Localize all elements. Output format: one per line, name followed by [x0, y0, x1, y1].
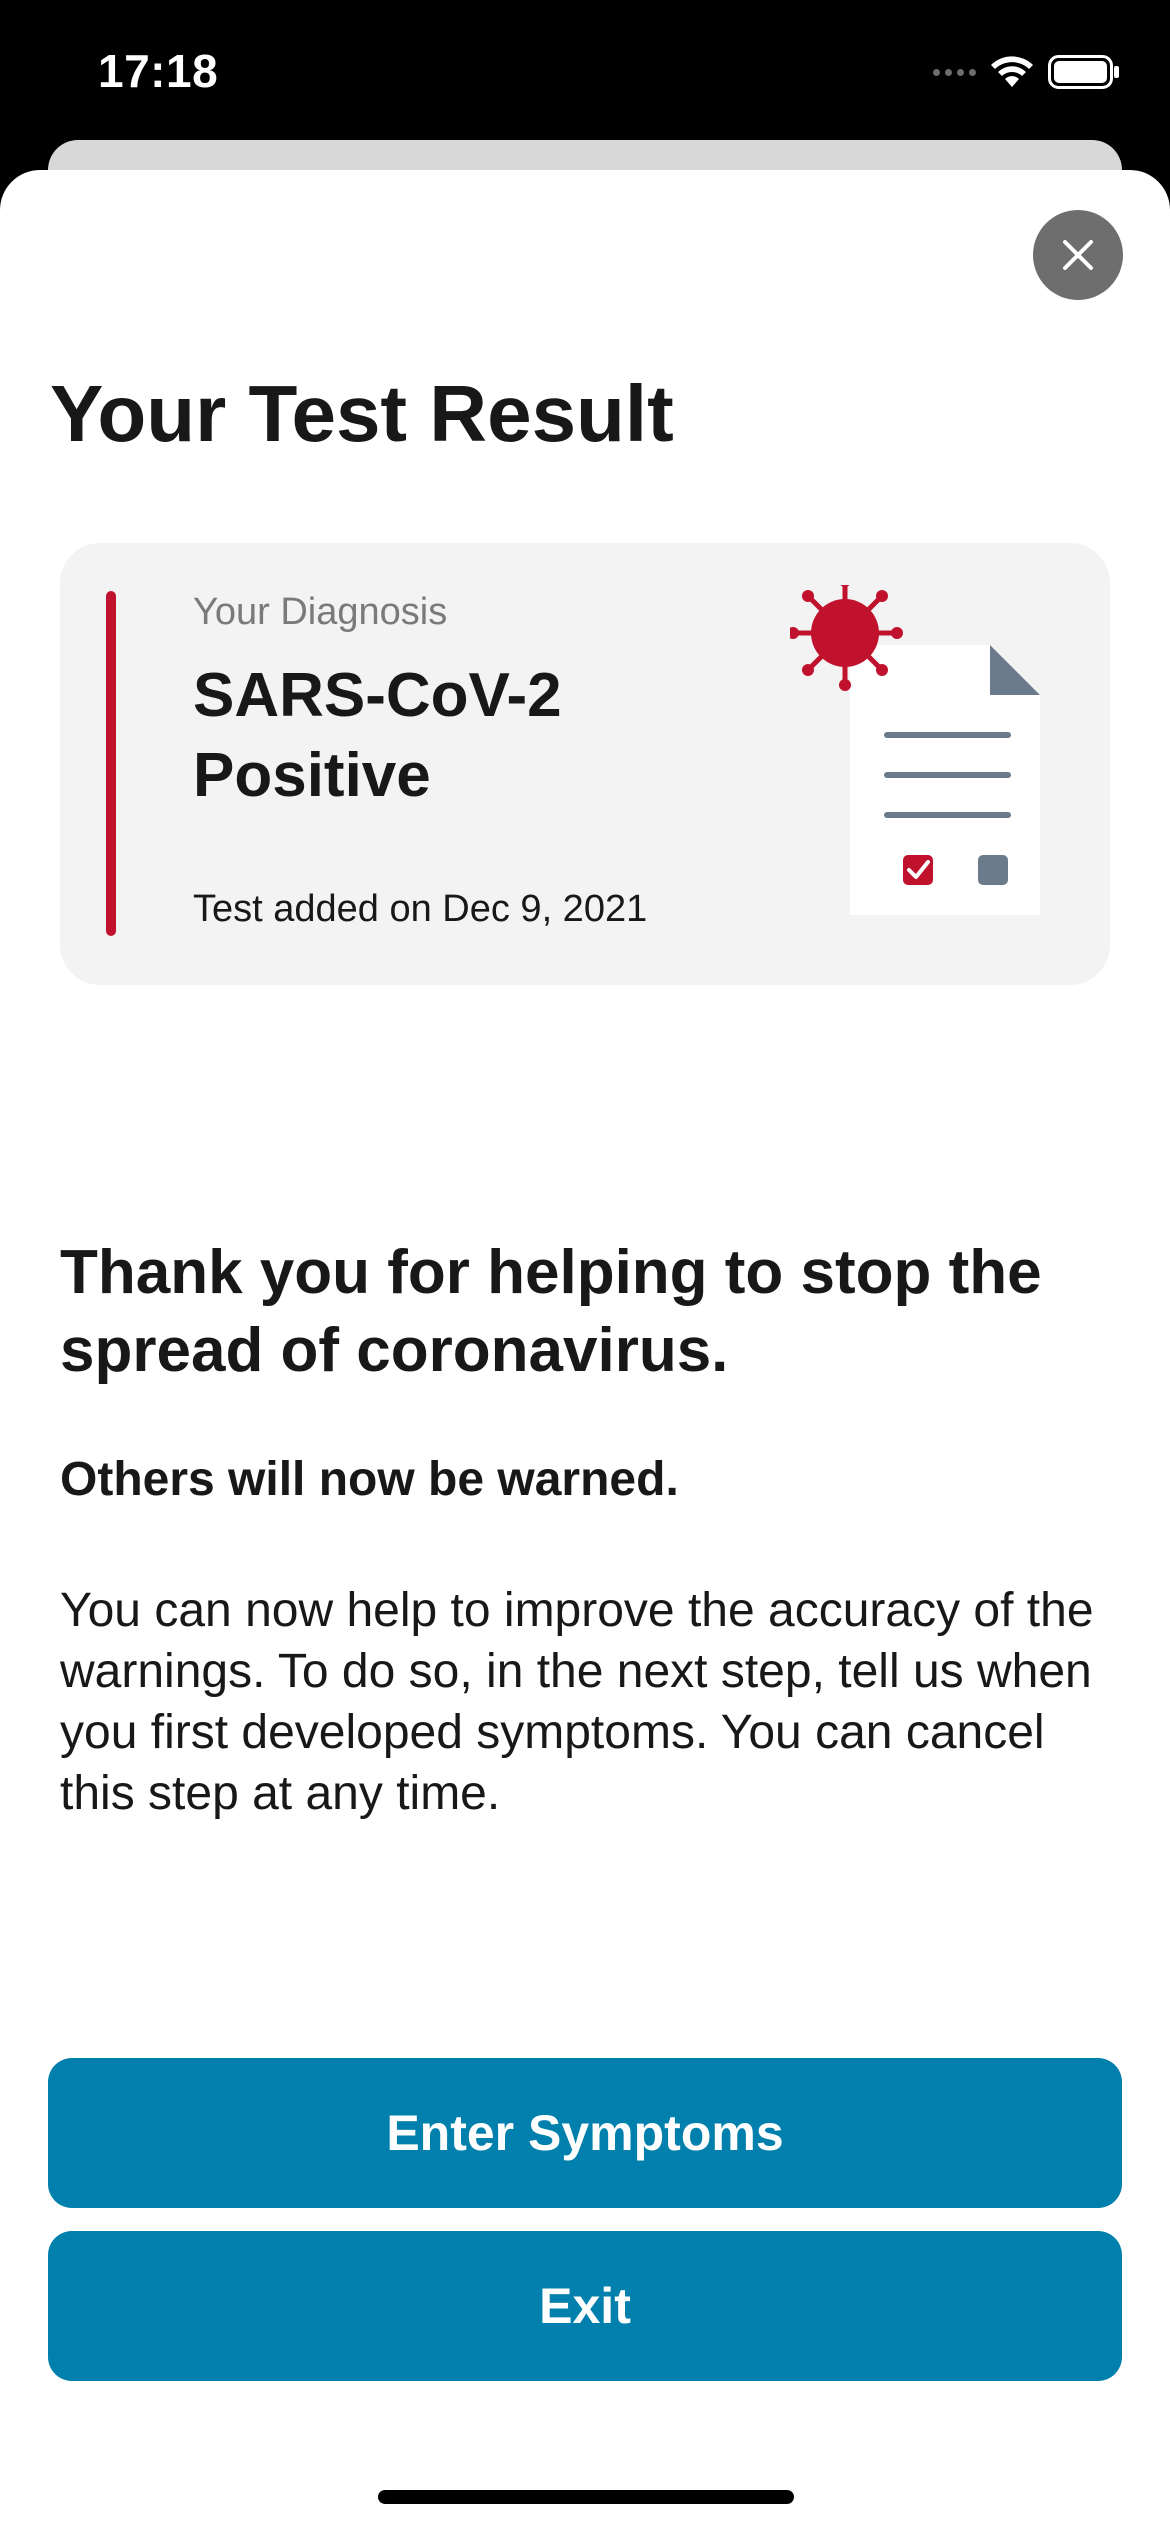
- virus-document-icon: [790, 585, 1040, 915]
- status-time: 17:18: [98, 45, 219, 97]
- home-indicator[interactable]: [378, 2490, 794, 2504]
- status-icons: [933, 52, 1120, 92]
- diagnosis-accent-bar: [106, 591, 116, 936]
- test-date: Test added on Dec 9, 2021: [193, 888, 648, 930]
- close-icon: [1063, 240, 1093, 270]
- page-title: Your Test Result: [50, 369, 674, 458]
- diagnosis-caption: Your Diagnosis: [193, 591, 448, 633]
- diagnosis-result: SARS-CoV-2 Positive: [193, 661, 562, 810]
- screen: 17:18 Your Test Result Your Diagnosis SA…: [0, 0, 1170, 2532]
- cellular-icon: [933, 68, 976, 76]
- symptoms-explanation: You can now help to improve the accuracy…: [60, 1584, 1094, 1820]
- thank-you-headline: Thank you for helping to stop the spread…: [60, 1238, 1042, 1385]
- status-bar: 17:18: [0, 0, 1170, 140]
- enter-symptoms-button[interactable]: Enter Symptoms: [48, 2058, 1122, 2208]
- exit-button[interactable]: Exit: [48, 2231, 1122, 2381]
- battery-icon: [1048, 55, 1119, 89]
- close-button[interactable]: [1033, 210, 1123, 300]
- test-result-sheet: Your Test Result Your Diagnosis SARS-CoV…: [0, 170, 1170, 2532]
- warning-notice: Others will now be warned.: [60, 1453, 679, 1506]
- wifi-icon: [991, 56, 1033, 87]
- diagnosis-card: Your Diagnosis SARS-CoV-2 Positive Test …: [60, 543, 1110, 985]
